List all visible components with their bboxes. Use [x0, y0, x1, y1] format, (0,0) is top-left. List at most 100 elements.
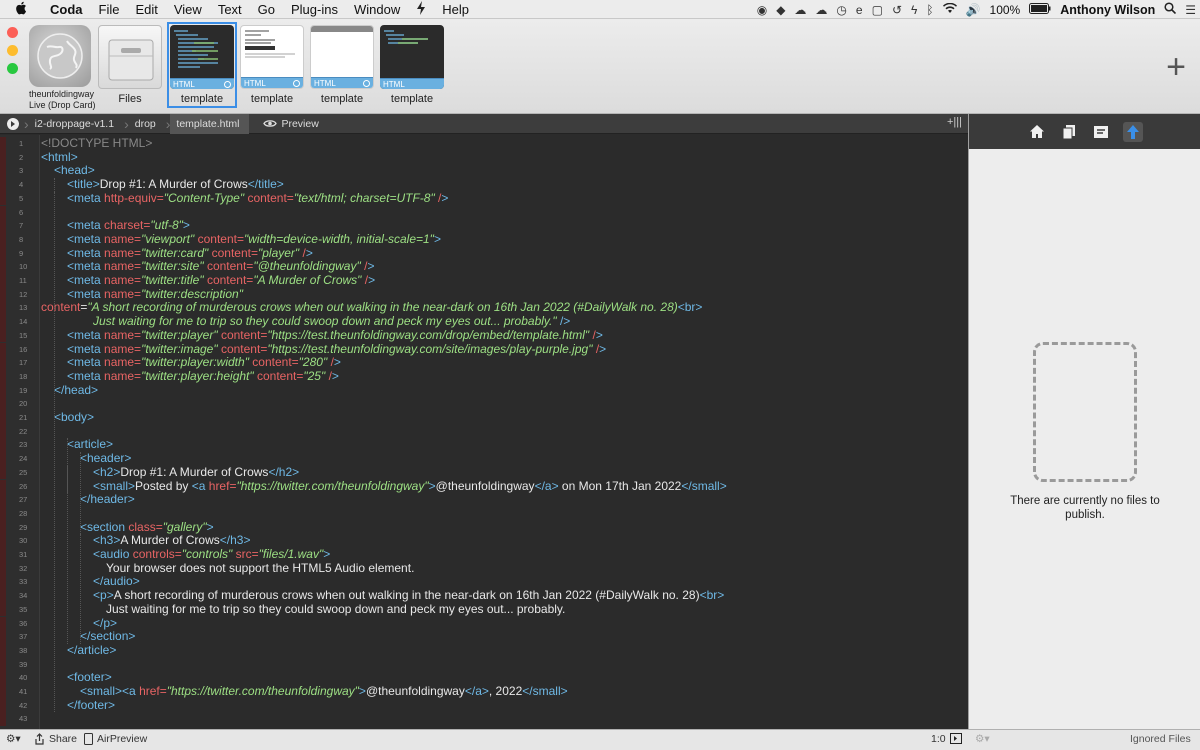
- code-line: <meta name="twitter:card" content="playe…: [67, 245, 313, 260]
- bluetooth-icon[interactable]: ᛒ: [926, 3, 933, 17]
- line-number: 15: [0, 328, 40, 343]
- ignored-files-label[interactable]: Ignored Files: [1130, 733, 1191, 745]
- edge-icon[interactable]: e: [856, 3, 863, 17]
- html-badge: HTML: [173, 80, 195, 89]
- cursor-position: 1:0: [931, 733, 946, 745]
- cloud-sync-icon[interactable]: ☁: [815, 3, 827, 17]
- code-line: <body>: [54, 410, 95, 424]
- code-preview-thumbnail: HTML: [170, 25, 234, 89]
- menu-window[interactable]: Window: [346, 2, 408, 17]
- battery-icon[interactable]: [1029, 2, 1051, 17]
- code-line: </header>: [80, 492, 135, 507]
- menu-file[interactable]: File: [91, 2, 128, 17]
- code-editor[interactable]: 1 2 3 4 5 6 7 8 9 10 11 12 13 14 15 16 17 18 19 20 21 22 23 24 2…: [0, 135, 968, 729]
- code-preview-thumbnail: HTML: [380, 25, 444, 89]
- apple-menu-icon[interactable]: [0, 1, 42, 18]
- line-number: 5: [0, 191, 40, 206]
- split-view-icon[interactable]: +|||: [947, 116, 962, 128]
- minimize-window-button[interactable]: [7, 45, 18, 56]
- user-name[interactable]: Anthony Wilson: [1060, 3, 1155, 17]
- breadcrumb-folder[interactable]: drop: [129, 114, 166, 134]
- close-window-button[interactable]: [7, 27, 18, 38]
- line-number: 35: [0, 602, 40, 617]
- line-number: 34: [0, 589, 40, 603]
- search-icon[interactable]: [1164, 2, 1177, 17]
- file-tab-template-2[interactable]: HTML template: [240, 25, 304, 105]
- preview-button[interactable]: Preview: [263, 117, 319, 130]
- line-number: 1: [0, 137, 40, 151]
- site-tile-theunfoldingway[interactable]: theunfoldingway Live (Drop Card): [29, 25, 96, 110]
- line-number: 3: [0, 164, 40, 179]
- file-tab-template-3[interactable]: HTML template: [310, 25, 374, 105]
- code-line: <meta name="twitter:image" content="http…: [67, 341, 607, 356]
- menu-text[interactable]: Text: [210, 2, 250, 17]
- wifi-icon[interactable]: [942, 2, 957, 17]
- console-icon[interactable]: [950, 733, 962, 744]
- record-icon[interactable]: ◉: [757, 3, 767, 17]
- line-number: 24: [0, 452, 40, 466]
- publish-icon[interactable]: [1123, 121, 1143, 142]
- page-preview-thumbnail: HTML: [310, 25, 374, 89]
- notes-icon[interactable]: [1091, 122, 1111, 142]
- line-number: 38: [0, 643, 40, 658]
- window-icon[interactable]: ▢: [872, 3, 883, 17]
- navigator-icon[interactable]: [0, 117, 24, 131]
- code-line: <footer>: [67, 670, 112, 685]
- line-number: 10: [0, 260, 40, 274]
- file-tab-template-4[interactable]: HTML template: [380, 25, 444, 105]
- sidebar-settings-icon[interactable]: ⚙▾: [975, 733, 990, 745]
- file-tab-template-1[interactable]: HTML template: [167, 22, 237, 108]
- files-tile[interactable]: Files: [98, 25, 162, 105]
- add-tab-button[interactable]: +: [1166, 50, 1186, 84]
- breadcrumb-file[interactable]: template.html: [170, 113, 250, 134]
- code-line: <h2>Drop #1: A Murder of Crows</h2>: [93, 464, 300, 479]
- publish-drop-zone[interactable]: [1033, 342, 1137, 482]
- preview-label: Preview: [281, 117, 319, 130]
- menu-plugins[interactable]: Plug-ins: [283, 2, 346, 17]
- files-icon[interactable]: [1059, 122, 1079, 142]
- code-line: Just waiting for me to trip so they coul…: [93, 314, 571, 329]
- bolt-icon[interactable]: ϟ: [911, 3, 917, 17]
- dropbox-icon[interactable]: ◆: [776, 3, 785, 17]
- cloud-icon[interactable]: ☁: [794, 3, 806, 17]
- files-box-icon: [98, 25, 162, 89]
- line-number: 2: [0, 150, 40, 165]
- no-files-message: There are currently no files to publish.: [1010, 495, 1160, 521]
- share-button[interactable]: Share: [34, 733, 77, 745]
- line-number: 37: [0, 630, 40, 644]
- indent-guide: [54, 178, 55, 713]
- home-icon[interactable]: [1027, 122, 1047, 142]
- notification-center-icon[interactable]: ☰: [1185, 3, 1196, 17]
- menu-go[interactable]: Go: [250, 2, 283, 17]
- volume-icon[interactable]: 🔊: [966, 3, 981, 17]
- breadcrumb-site[interactable]: i2-droppage-v1.1: [29, 114, 124, 134]
- app-menu[interactable]: Coda: [42, 2, 91, 17]
- code-line: <meta charset="utf-8">: [67, 218, 190, 233]
- airpreview-button[interactable]: AirPreview: [84, 733, 147, 745]
- code-line: <small><a href="https://twitter.com/theu…: [80, 684, 568, 698]
- code-line: <p>A short recording of murderous crows …: [93, 588, 725, 603]
- line-number: 17: [0, 356, 40, 370]
- time-machine-icon[interactable]: ↺: [892, 3, 902, 17]
- code-line: <html>: [41, 149, 78, 164]
- code-line: </head>: [54, 382, 99, 397]
- settings-gear-icon[interactable]: ⚙▾: [6, 733, 21, 745]
- menu-edit[interactable]: Edit: [127, 2, 165, 17]
- line-number: 27: [0, 493, 40, 507]
- menu-view[interactable]: View: [166, 2, 210, 17]
- script-menu-icon[interactable]: [408, 0, 434, 18]
- line-number: 39: [0, 657, 40, 672]
- code-line: <meta http-equiv="Content-Type" content=…: [67, 190, 449, 205]
- line-number: 20: [0, 397, 40, 411]
- code-line: <!DOCTYPE HTML>: [41, 136, 153, 150]
- zoom-window-button[interactable]: [7, 63, 18, 74]
- code-line: <meta name="twitter:title" content="A Mu…: [67, 273, 376, 287]
- code-line: </article>: [67, 642, 117, 657]
- battery-percent[interactable]: 100%: [990, 3, 1021, 17]
- html-badge: HTML: [383, 80, 405, 89]
- menu-help[interactable]: Help: [434, 2, 477, 17]
- clock-icon[interactable]: ◷: [836, 3, 846, 17]
- line-number: 21: [0, 411, 40, 425]
- code-line: <meta name="twitter:player" content="htt…: [67, 327, 603, 342]
- line-number: 29: [0, 520, 40, 535]
